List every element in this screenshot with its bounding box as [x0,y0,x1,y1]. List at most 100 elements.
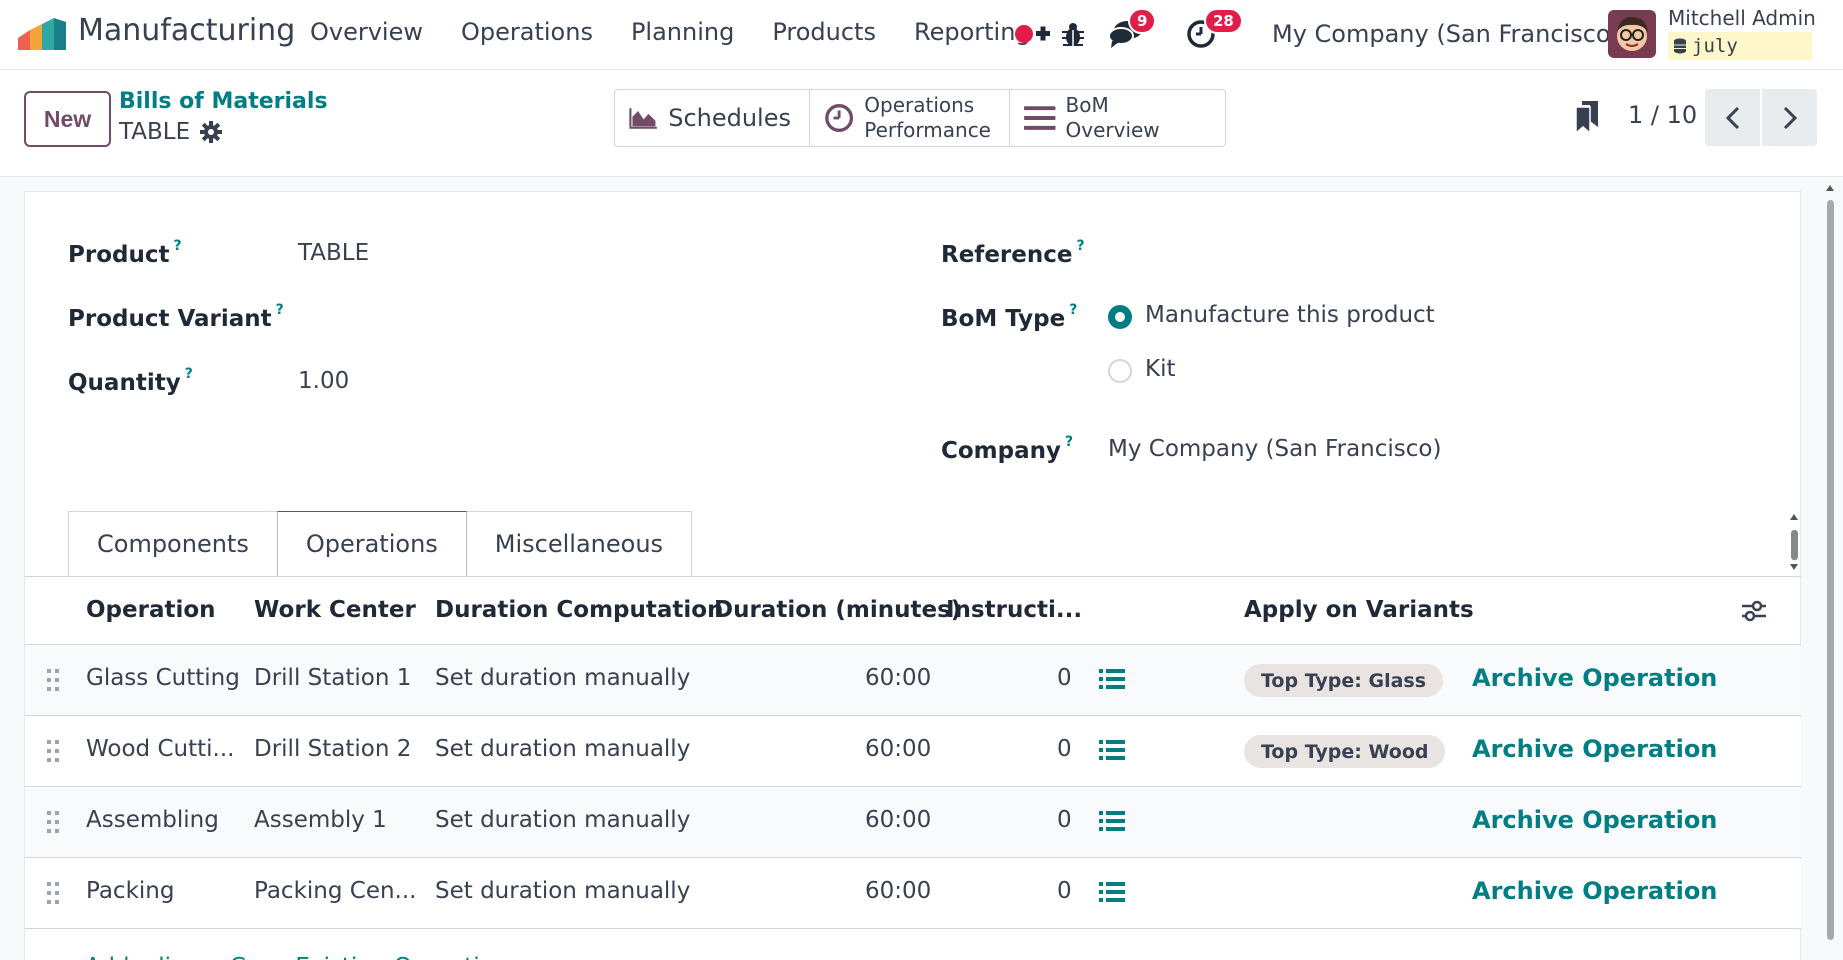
archive-operation-button[interactable]: Archive Operation [1472,806,1717,834]
notebook-tabs: Components Operations Miscellaneous [68,511,693,576]
top-navbar: Manufacturing Overview Operations Planni… [0,0,1843,70]
debug-button[interactable] [1060,12,1086,56]
reference-field[interactable] [1108,234,1758,270]
menu-operations[interactable]: Operations [461,18,593,46]
quantity-help[interactable]: ? [185,366,193,382]
menu-overview[interactable]: Overview [310,18,423,46]
sliders-icon[interactable] [1741,599,1767,623]
tabs-scrollbar[interactable] [1787,512,1801,572]
avatar[interactable] [1608,10,1656,58]
cell-operation: Packing [86,878,175,904]
cell-work-center: Packing Cen... [254,878,417,904]
cell-instructions: 0 [1057,736,1072,762]
product-label: Product? [68,238,182,268]
variant-tag: Top Type: Glass [1244,664,1444,697]
cell-work-center: Drill Station 1 [254,665,412,691]
activities-badge: 28 [1204,8,1243,34]
reference-help[interactable]: ? [1076,238,1084,254]
list-icon[interactable] [1099,881,1125,903]
cell-duration: 60:00 [865,665,932,691]
messages-button[interactable]: 9 [1108,8,1157,56]
app-name[interactable]: Manufacturing [78,13,295,48]
company-switcher[interactable]: My Company (San Francisco) [1272,20,1620,48]
archive-operation-button[interactable]: Archive Operation [1472,735,1717,763]
clock-circle-icon [825,104,854,132]
add-line-link[interactable]: Add a line [85,947,200,960]
company-label-text: Company [941,438,1061,464]
page-scrollbar[interactable] [1823,182,1837,960]
record-name: TABLE [119,119,191,145]
bookmark-icon[interactable] [1574,101,1600,133]
area-chart-icon [629,108,657,129]
pager-previous-button[interactable] [1705,89,1760,146]
drag-handle-icon[interactable] [46,668,60,692]
variant-help[interactable]: ? [276,302,284,318]
variant-label-text: Product Variant [68,306,272,332]
archive-operation-button[interactable]: Archive Operation [1472,877,1717,905]
schedules-button[interactable]: Schedules [615,90,810,146]
cell-duration: 60:00 [865,736,932,762]
col-work-center[interactable]: Work Center [254,597,416,623]
bug-icon [1062,23,1084,46]
bom-type-kit-radio[interactable] [1108,359,1132,383]
list-icon[interactable] [1099,668,1125,690]
bom-type-manufacture-label[interactable]: Manufacture this product [1145,302,1435,328]
quantity-field[interactable]: 1.00 [298,368,349,394]
bom-type-manufacture-radio[interactable] [1108,305,1132,329]
company-label: Company? [941,434,1073,464]
company-help[interactable]: ? [1065,434,1073,450]
bom-type-help[interactable]: ? [1069,302,1077,318]
schedules-label: Schedules [668,104,791,132]
manufacturing-logo-icon[interactable] [18,18,66,50]
list-icon[interactable] [1099,810,1125,832]
bom-type-kit-label[interactable]: Kit [1145,356,1176,382]
quantity-label: Quantity? [68,366,193,396]
col-duration-minutes[interactable]: Duration (minutes) [714,597,961,623]
operations-performance-button[interactable]: Operations Performance [810,90,1010,146]
tab-miscellaneous[interactable]: Miscellaneous [465,511,693,576]
gear-icon[interactable] [200,121,223,143]
bom-overview-button[interactable]: BoM Overview [1010,90,1225,146]
col-duration-computation[interactable]: Duration Computation [435,597,723,623]
product-label-text: Product [68,242,170,268]
menu-products[interactable]: Products [772,18,876,46]
col-instructions[interactable]: Instructi... [946,597,1082,623]
drag-handle-icon[interactable] [46,810,60,834]
tab-operations[interactable]: Operations [276,511,467,576]
table-row[interactable]: Wood Cutti... Drill Station 2 Set durati… [25,717,1801,787]
company-field[interactable]: My Company (San Francisco) [1108,436,1441,462]
voip-button[interactable] [1014,12,1052,56]
archive-operation-button[interactable]: Archive Operation [1472,664,1717,692]
col-operation[interactable]: Operation [86,597,216,623]
pager-next-button[interactable] [1762,89,1817,146]
table-row[interactable]: Packing Packing Cen... Set duration manu… [25,859,1801,929]
pager-value[interactable]: 1 / 10 [1628,101,1697,129]
user-name[interactable]: Mitchell Admin [1668,6,1816,30]
cell-computation: Set duration manually [435,736,691,762]
operations-performance-label: Operations Performance [864,93,991,143]
menu-planning[interactable]: Planning [631,18,734,46]
variant-tag: Top Type: Wood [1244,735,1446,768]
drag-handle-icon[interactable] [46,739,60,763]
messages-badge: 9 [1128,8,1157,34]
product-variant-field[interactable] [298,298,898,334]
list-icon[interactable] [1099,739,1125,761]
product-help[interactable]: ? [173,238,181,254]
cell-duration: 60:00 [865,807,932,833]
table-row[interactable]: Glass Cutting Drill Station 1 Set durati… [25,646,1801,716]
drag-handle-icon[interactable] [46,881,60,905]
new-button[interactable]: New [24,91,111,147]
list-add-actions: Add a line Copy Existing Operations [85,947,520,960]
copy-existing-operations-link[interactable]: Copy Existing Operations [230,947,521,960]
form-sheet: Product? TABLE Product Variant? Quantity… [24,191,1801,960]
table-row[interactable]: Assembling Assembly 1 Set duration manua… [25,788,1801,858]
col-apply-on-variants[interactable]: Apply on Variants [1244,597,1474,623]
breadcrumb[interactable]: Bills of Materials [119,89,328,114]
cell-instructions: 0 [1057,878,1072,904]
cell-computation: Set duration manually [435,807,691,833]
ops-perf-line2: Performance [864,118,991,142]
tab-components[interactable]: Components [68,511,278,576]
activities-button[interactable]: 28 [1186,8,1243,56]
product-field[interactable]: TABLE [298,240,369,266]
page-scrollbar-thumb[interactable] [1827,200,1834,940]
